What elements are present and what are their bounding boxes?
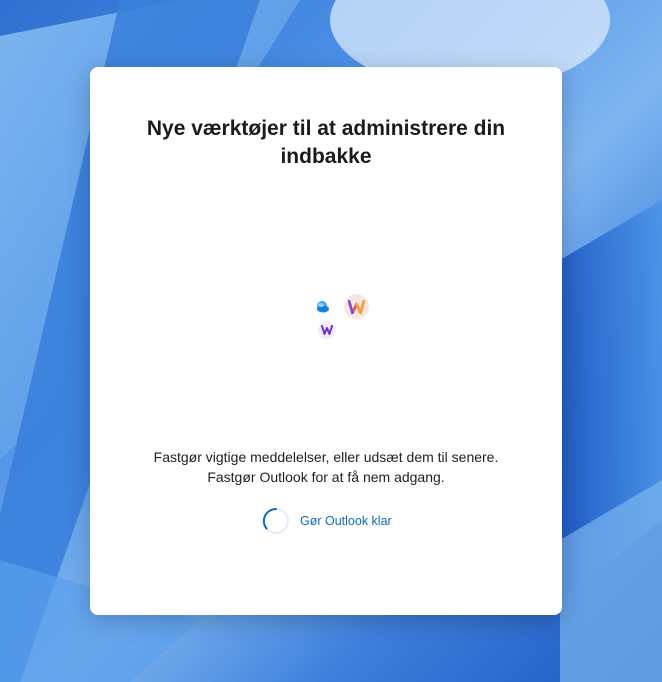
dialog-title: Nye værktøjer til at administrere din in…: [146, 117, 506, 168]
weather-icon: [314, 298, 332, 316]
feature-illustration: [310, 291, 372, 341]
description-line-2: Fastgør Outlook for at få nem adgang.: [207, 469, 445, 485]
loading-status: Gør Outlook klar: [262, 507, 392, 535]
viva-icon: [318, 321, 336, 339]
outlook-setup-dialog: Nye værktøjer til at administrere din in…: [90, 67, 562, 615]
loading-spinner-icon: [262, 507, 289, 534]
description-line-1: Fastgør vigtige meddelelser, eller udsæt…: [153, 449, 499, 465]
status-text: Gør Outlook klar: [300, 514, 392, 528]
loop-icon: [344, 294, 369, 319]
dialog-description: Fastgør vigtige meddelelser, eller udsæt…: [120, 447, 532, 487]
